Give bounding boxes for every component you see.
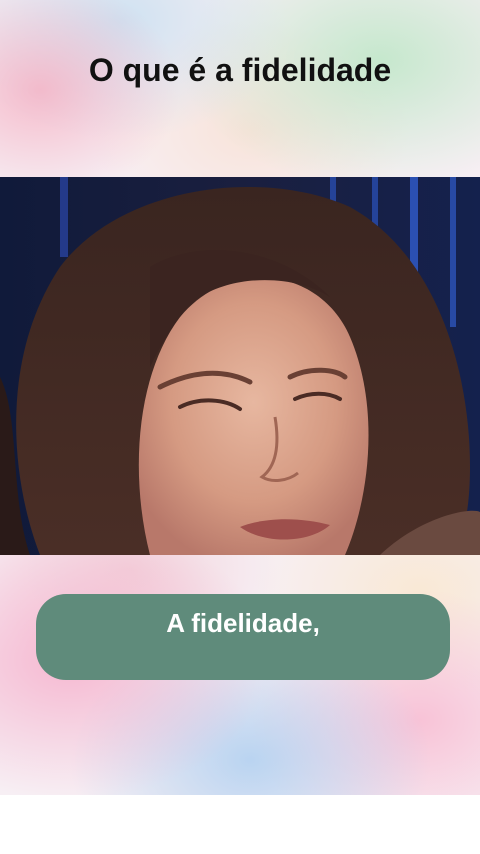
speaker-image	[0, 177, 480, 555]
caption-text: A fidelidade,	[166, 608, 320, 638]
page-title: O que é a fidelidade	[88, 52, 392, 88]
video-frame[interactable]	[0, 177, 480, 555]
caption-bubble: A fidelidade,	[36, 594, 450, 680]
